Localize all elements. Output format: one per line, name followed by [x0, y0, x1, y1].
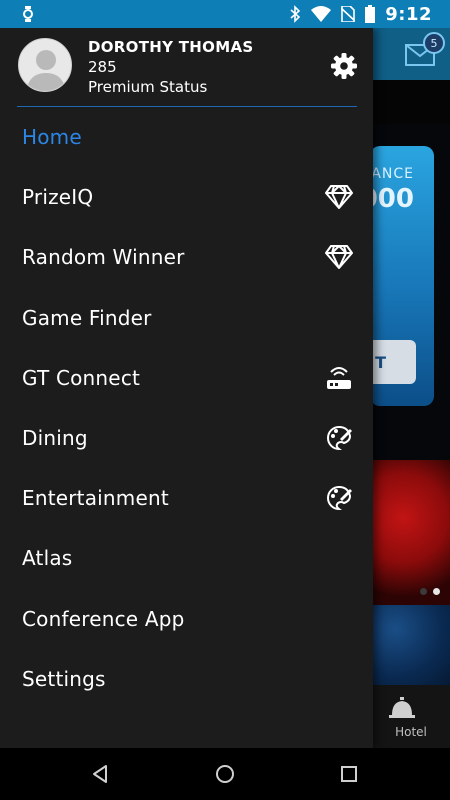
menu-item-label: Dining — [22, 426, 88, 451]
menu-item-atlas[interactable]: Atlas — [0, 528, 373, 588]
profile-header[interactable]: DOROTHY THOMAS 285 Premium Status — [0, 28, 373, 107]
bluetooth-icon — [290, 5, 301, 23]
profile-status: Premium Status — [88, 78, 208, 96]
balance-label: ANCE — [371, 166, 414, 182]
diamond-icon — [325, 183, 353, 211]
menu-item-label: Home — [22, 125, 82, 150]
profile-points: 285 — [88, 58, 117, 76]
menu-item-dining[interactable]: Dining — [0, 408, 373, 468]
menu-item-entertainment[interactable]: Entertainment — [0, 468, 373, 528]
menu-item-game-finder[interactable]: Game Finder — [0, 288, 373, 348]
palette-icon — [325, 484, 353, 512]
menu-item-label: Settings — [22, 666, 106, 691]
status-bar: 9:12 — [0, 0, 450, 28]
palette-icon — [325, 424, 353, 452]
promo-image — [372, 605, 450, 685]
menu-item-label: Atlas — [22, 546, 73, 571]
gear-icon[interactable] — [330, 52, 358, 80]
tab-hotel[interactable]: Hotel — [372, 685, 450, 748]
menu-item-prizeiq[interactable]: PrizeIQ — [0, 167, 373, 227]
menu-item-random-winner[interactable]: Random Winner — [0, 227, 373, 287]
menu-item-label: Conference App — [22, 606, 185, 631]
tab-hotel-label: Hotel — [395, 725, 427, 739]
watch-icon — [23, 6, 33, 22]
balance-value: 000 — [370, 184, 414, 214]
menu-item-label: Random Winner — [22, 245, 185, 270]
router-icon — [325, 364, 353, 392]
menu-item-label: GT Connect — [22, 365, 141, 390]
person-placeholder-icon — [26, 50, 66, 91]
carousel-dot-active — [433, 588, 440, 595]
back-icon[interactable] — [88, 762, 112, 786]
bell-icon — [389, 697, 415, 718]
unread-badge: 5 — [423, 32, 445, 54]
menu-item-settings[interactable]: Settings — [0, 649, 373, 709]
messages-button[interactable]: 5 — [405, 32, 445, 72]
system-nav-bar — [0, 748, 450, 800]
menu-item-home[interactable]: Home — [0, 107, 373, 167]
balance-button[interactable]: T — [370, 340, 416, 384]
battery-icon — [365, 5, 376, 23]
drawer-menu: Home PrizeIQ Random Winner Game Finder G… — [0, 107, 373, 709]
menu-item-label: Entertainment — [22, 486, 169, 511]
no-sim-icon — [341, 6, 356, 22]
bottom-tab-bar: Hotel — [372, 685, 450, 748]
menu-item-gt-connect[interactable]: GT Connect — [0, 348, 373, 408]
carousel-dot — [420, 588, 427, 595]
menu-item-label: PrizeIQ — [22, 185, 94, 210]
navigation-drawer: DOROTHY THOMAS 285 Premium Status Home P… — [0, 28, 373, 748]
menu-item-conference-app[interactable]: Conference App — [0, 589, 373, 649]
balance-card: ANCE 000 T — [370, 146, 434, 406]
promo-banner[interactable] — [372, 460, 450, 605]
diamond-icon — [325, 243, 353, 271]
clock: 9:12 — [385, 3, 432, 25]
recents-icon[interactable] — [337, 762, 361, 786]
avatar[interactable] — [18, 38, 72, 92]
app-screen: 9:12 5 ANCE 000 T — [0, 0, 450, 800]
profile-name: DOROTHY THOMAS — [88, 38, 254, 56]
home-icon[interactable] — [213, 762, 237, 786]
wifi-icon — [311, 6, 332, 22]
menu-item-label: Game Finder — [22, 305, 152, 330]
